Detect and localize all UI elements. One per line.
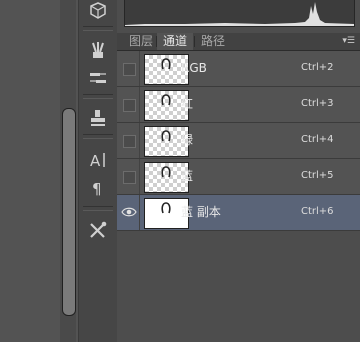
row-divider: [139, 159, 140, 194]
visibility-toggle[interactable]: [123, 171, 136, 184]
visibility-toggle[interactable]: [123, 99, 136, 112]
visibility-toggle[interactable]: [123, 135, 136, 148]
channel-row-blue[interactable]: 蓝 Ctrl+5: [117, 159, 360, 195]
channels-panel: 图层 通道 路径 ▾☰ RGB Ctrl+2 红 Ctrl+3 绿 Ctrl+4…: [117, 0, 360, 342]
channel-row-green[interactable]: 绿 Ctrl+4: [117, 123, 360, 159]
svg-text:¶: ¶: [92, 180, 102, 197]
scrollbar-thumb[interactable]: [62, 108, 76, 316]
tab-paths[interactable]: 路径: [195, 33, 231, 50]
channel-shortcut: Ctrl+6: [301, 206, 334, 217]
row-divider: [139, 195, 140, 230]
vertical-scrollbar[interactable]: [60, 0, 76, 342]
channel-row-blue-copy[interactable]: 蓝 副本 Ctrl+6: [117, 195, 360, 231]
brush-preset-icon[interactable]: [86, 68, 110, 88]
brushes-icon[interactable]: [86, 40, 110, 60]
visibility-toggle[interactable]: [123, 63, 136, 76]
clone-stamp-icon[interactable]: [86, 108, 110, 128]
cube-icon[interactable]: [86, 1, 110, 21]
tool-separator: [83, 206, 113, 211]
svg-text:A: A: [90, 152, 101, 169]
character-icon[interactable]: A: [86, 150, 110, 170]
channel-name: 绿: [181, 133, 194, 147]
canvas-area: [0, 0, 58, 342]
panel-menu-icon[interactable]: ▾☰: [342, 36, 355, 46]
row-divider: [139, 51, 140, 86]
row-divider: [139, 87, 140, 122]
channel-name: 蓝: [181, 169, 194, 183]
eye-icon[interactable]: [121, 206, 137, 218]
tab-channels[interactable]: 通道: [157, 33, 194, 50]
tools-icon[interactable]: [86, 220, 110, 240]
tool-separator: [83, 134, 113, 139]
panel-tab-bar: 图层 通道 路径 ▾☰: [117, 33, 360, 51]
panel-tool-strip: A ¶: [78, 0, 118, 342]
histogram-preview: [124, 0, 355, 27]
paragraph-icon[interactable]: ¶: [86, 178, 110, 198]
tool-separator: [83, 26, 113, 31]
tool-separator: [83, 94, 113, 99]
channel-name: 红: [181, 97, 194, 111]
channel-row-rgb[interactable]: RGB Ctrl+2: [117, 51, 360, 87]
channel-row-red[interactable]: 红 Ctrl+3: [117, 87, 360, 123]
channel-shortcut: Ctrl+4: [301, 134, 334, 145]
row-divider: [139, 123, 140, 158]
channel-name: 蓝 副本: [181, 205, 221, 219]
channel-shortcut: Ctrl+2: [301, 62, 334, 73]
tab-layers[interactable]: 图层: [123, 33, 159, 50]
channel-shortcut: Ctrl+5: [301, 170, 334, 181]
channel-name: RGB: [181, 61, 207, 75]
channel-shortcut: Ctrl+3: [301, 98, 334, 109]
